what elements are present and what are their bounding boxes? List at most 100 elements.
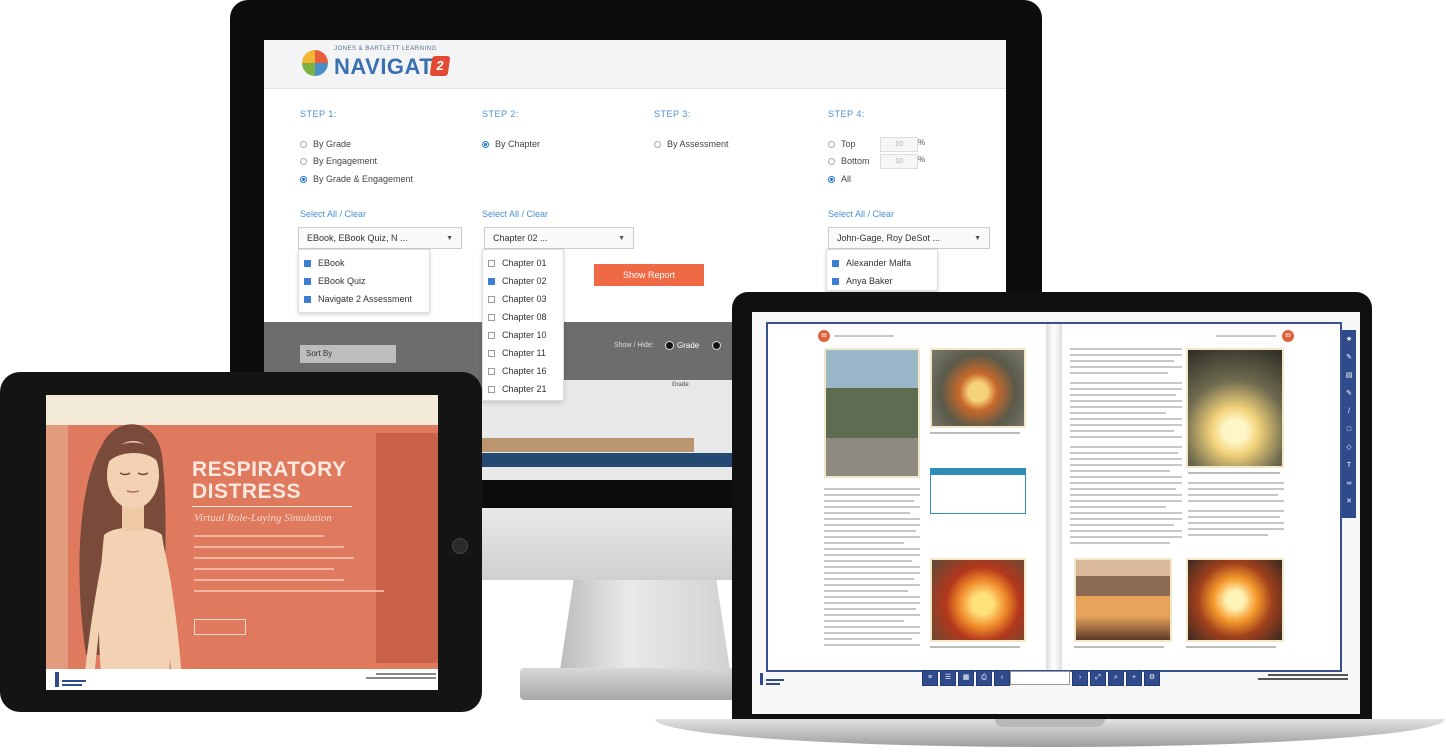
- menu-item-ebook[interactable]: EBook: [299, 254, 429, 272]
- select-all-clear-chapter[interactable]: Select All / Clear: [482, 209, 548, 219]
- radio-by-grade[interactable]: By Grade: [300, 139, 351, 149]
- radio-icon: [300, 175, 307, 183]
- checkbox-icon: [488, 277, 495, 285]
- assessment-type-menu: EBook EBook Quiz Navigate 2 Assessment: [298, 249, 430, 313]
- intro-text-line: [194, 535, 324, 537]
- radio-icon: [828, 157, 835, 165]
- caption-line: [1074, 646, 1164, 648]
- body-text-line: [1070, 494, 1182, 496]
- radio-icon: [828, 175, 835, 183]
- highlight-icon[interactable]: ▤: [1345, 372, 1353, 380]
- radio-by-grade-engagement[interactable]: By Grade & Engagement: [300, 174, 413, 184]
- radio-by-assessment[interactable]: By Assessment: [654, 139, 729, 149]
- body-text-line: [1070, 512, 1182, 514]
- body-text-line: [1188, 482, 1284, 484]
- kitchen-fire-photo: [1074, 558, 1172, 642]
- body-text-line: [824, 566, 920, 568]
- link-icon[interactable]: ∞: [1345, 480, 1353, 488]
- zoom-icon[interactable]: +: [1126, 670, 1142, 686]
- shape-icon[interactable]: □: [1345, 426, 1353, 434]
- menu-item-navigate-assessment[interactable]: Navigate 2 Assessment: [299, 290, 429, 308]
- menu-item-student[interactable]: Anya Baker: [827, 272, 937, 290]
- settings-icon[interactable]: ⚙: [1144, 670, 1160, 686]
- radio-label: Bottom: [841, 156, 870, 166]
- menu-item-ebook-quiz[interactable]: EBook Quiz: [299, 272, 429, 290]
- body-text-line: [1070, 436, 1182, 438]
- radio-all[interactable]: All: [828, 174, 851, 184]
- eraser-icon[interactable]: ◇: [1345, 444, 1353, 452]
- copyright-block: [1238, 672, 1348, 680]
- radio-top[interactable]: Top: [828, 139, 856, 149]
- ebook-reader-screen: 88 89 ★ ✎ ▤ ✎ / □ ◇ T ∞ ✕ ≡ ☰ ▦ ⎙ ‹ › ⤢ …: [752, 312, 1360, 714]
- menu-item-chapter[interactable]: Chapter 08: [483, 308, 563, 326]
- radio-by-chapter[interactable]: By Chapter: [482, 139, 540, 149]
- body-text-line: [1070, 524, 1174, 526]
- chapter-menu: Chapter 01 Chapter 02 Chapter 03 Chapter…: [482, 249, 564, 401]
- tablet-screen: RESPIRATORY DISTRESS Virtual Role-Laying…: [46, 395, 438, 690]
- note-icon[interactable]: ✎: [1345, 390, 1353, 398]
- step4-title: STEP 4:: [828, 109, 865, 119]
- select-all-clear-assessment[interactable]: Select All / Clear: [300, 209, 366, 219]
- body-text-line: [824, 626, 920, 628]
- radio-by-engagement[interactable]: By Engagement: [300, 156, 377, 166]
- page-input[interactable]: [1010, 671, 1070, 685]
- bottom-percent-input[interactable]: 10: [880, 154, 918, 169]
- print-icon[interactable]: ⎙: [976, 670, 992, 686]
- percent-symbol: %: [918, 138, 926, 147]
- grade-toggle[interactable]: [665, 341, 674, 350]
- fire-photo-1: [930, 348, 1026, 428]
- previous-page-icon[interactable]: ‹: [994, 670, 1010, 686]
- apple-logo-icon: [624, 515, 660, 559]
- body-text-line: [824, 548, 920, 550]
- navigate-emblem-icon: [302, 50, 328, 76]
- students-dropdown[interactable]: John-Gage, Roy DeSot ... ▼: [828, 227, 990, 249]
- menu-item-chapter[interactable]: Chapter 10: [483, 326, 563, 344]
- engagement-toggle[interactable]: [712, 341, 721, 350]
- radio-label: By Grade & Engagement: [313, 174, 414, 184]
- pen-icon[interactable]: ✎: [1345, 354, 1353, 362]
- body-text-line: [824, 524, 920, 526]
- body-text-line: [824, 632, 920, 634]
- sort-by-select[interactable]: Sort By: [300, 345, 396, 363]
- menu-item-chapter[interactable]: Chapter 11: [483, 344, 563, 362]
- menu-item-chapter[interactable]: Chapter 16: [483, 362, 563, 380]
- select-all-clear-students[interactable]: Select All / Clear: [828, 209, 894, 219]
- toc-icon[interactable]: ≡: [922, 670, 938, 686]
- menu-item-label: EBook: [318, 258, 345, 268]
- list-icon[interactable]: ☰: [940, 670, 956, 686]
- ebook-bottom-toolbar: ≡ ☰ ▦ ⎙ ‹ › ⤢ ⌕ + ⚙: [922, 670, 1160, 688]
- tablet-home-button[interactable]: [452, 538, 468, 554]
- checkbox-icon: [488, 313, 495, 321]
- menu-item-chapter[interactable]: Chapter 02: [483, 272, 563, 290]
- checkbox-icon: [304, 259, 311, 267]
- next-page-icon[interactable]: ›: [1072, 670, 1088, 686]
- chapter-dropdown[interactable]: Chapter 02 ... ▼: [484, 227, 634, 249]
- checkbox-icon: [832, 277, 839, 285]
- clear-icon[interactable]: ✕: [1345, 498, 1353, 506]
- menu-item-chapter[interactable]: Chapter 01: [483, 254, 563, 272]
- menu-item-label: Chapter 21: [502, 384, 547, 394]
- start-button[interactable]: [194, 619, 246, 635]
- draw-icon[interactable]: /: [1345, 408, 1353, 416]
- menu-item-chapter[interactable]: Chapter 21: [483, 380, 563, 398]
- radio-bottom[interactable]: Bottom: [828, 156, 870, 166]
- menu-item-student[interactable]: Alexander Malfa: [827, 254, 937, 272]
- thumbnails-icon[interactable]: ▦: [958, 670, 974, 686]
- radio-label: By Engagement: [313, 156, 378, 166]
- search-icon[interactable]: ⌕: [1108, 670, 1124, 686]
- menu-item-chapter[interactable]: Chapter 03: [483, 290, 563, 308]
- step2-title: STEP 2:: [482, 109, 519, 119]
- bookmark-icon[interactable]: ★: [1345, 336, 1353, 344]
- simulation-title: RESPIRATORY DISTRESS: [192, 459, 346, 503]
- fullscreen-icon[interactable]: ⤢: [1090, 670, 1106, 686]
- caption-line: [1186, 646, 1276, 648]
- body-text-line: [1070, 518, 1182, 520]
- top-percent-input[interactable]: 10: [880, 137, 918, 152]
- radio-label: All: [841, 174, 852, 184]
- show-report-button[interactable]: Show Report: [594, 264, 704, 286]
- menu-item-label: Chapter 03: [502, 294, 547, 304]
- assessment-type-dropdown[interactable]: EBook, EBook Quiz, N ... ▼: [298, 227, 462, 249]
- checkbox-icon: [488, 367, 495, 375]
- menu-item-label: Anya Baker: [846, 276, 893, 286]
- text-icon[interactable]: T: [1345, 462, 1353, 470]
